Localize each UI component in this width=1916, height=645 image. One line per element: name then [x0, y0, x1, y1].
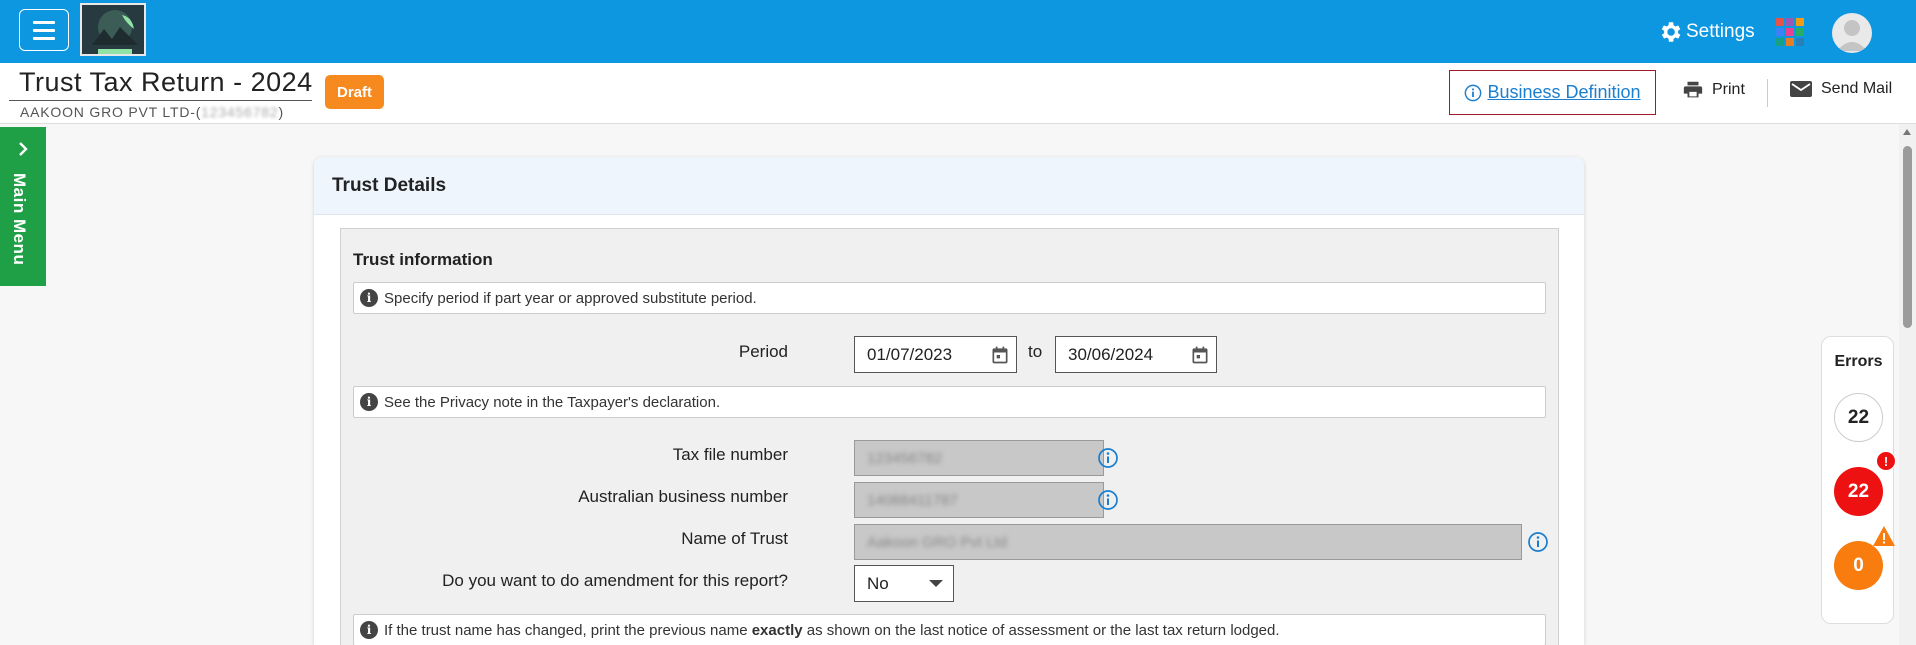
logo-icon [82, 5, 144, 54]
errors-panel: Errors 22 22 ! 0 [1821, 336, 1896, 624]
name-change-note-text: If the trust name has changed, print the… [384, 621, 1280, 639]
info-filled-icon: i [360, 289, 378, 307]
print-label: Print [1712, 81, 1745, 98]
period-label: Period [738, 342, 788, 361]
status-badge: Draft [325, 75, 385, 109]
period-to-label: to [1028, 342, 1043, 361]
trust-name-input[interactable]: Aakoon GRO Pvt Ltd [854, 524, 1522, 560]
company-subtitle: AAKOON GRO PVT LTD-(123456782) [20, 104, 284, 120]
period-to-value: 30/06/2024 [1068, 344, 1154, 364]
period-from-value: 01/07/2023 [867, 344, 953, 364]
section-title: Trust information [353, 250, 493, 269]
errors-title: Errors [1834, 353, 1883, 370]
tax-file-number-value: 123456782 [867, 449, 943, 467]
send-mail-button[interactable]: Send Mail [1789, 79, 1892, 99]
vertical-scrollbar[interactable] [1899, 124, 1916, 645]
total-errors-count[interactable]: 22 [1834, 393, 1883, 442]
tax-file-number-input[interactable]: 123456782 [854, 440, 1104, 476]
amendment-select[interactable]: No [854, 565, 954, 602]
business-definition-link[interactable]: Business Definition [1449, 70, 1656, 115]
user-avatar[interactable] [1832, 13, 1872, 53]
page-header: Trust Tax Return - 2024 AAKOON GRO PVT L… [0, 63, 1916, 124]
user-icon [1837, 20, 1867, 51]
scroll-up-arrow-icon[interactable] [1903, 129, 1911, 135]
main-menu-label: Main Menu [10, 173, 29, 266]
settings-button[interactable]: Settings [1657, 17, 1755, 47]
company-id: 123456782 [201, 104, 279, 120]
info-icon[interactable] [1097, 447, 1119, 469]
top-navigation-bar: Settings [0, 0, 1916, 63]
period-note-text: Specify period if part year or approved … [384, 289, 757, 307]
apps-grid-button[interactable] [1776, 18, 1804, 46]
info-icon[interactable] [1527, 531, 1549, 553]
mail-icon [1790, 81, 1812, 97]
company-name: AAKOON GRO PVT LTD-( [20, 104, 202, 120]
main-menu-tab[interactable]: Main Menu [0, 127, 46, 286]
privacy-note: i See the Privacy note in the Taxpayer's… [353, 386, 1546, 418]
tax-file-number-label: Tax file number [672, 445, 788, 464]
hamburger-menu-button[interactable] [19, 9, 69, 51]
dropdown-caret-icon [929, 580, 943, 587]
period-to-input[interactable]: 30/06/2024 [1055, 336, 1217, 373]
scrollbar-thumb[interactable] [1903, 146, 1912, 328]
warnings-count[interactable]: 0 [1834, 541, 1883, 590]
company-suffix: ) [278, 104, 284, 120]
period-from-input[interactable]: 01/07/2023 [854, 336, 1017, 373]
send-mail-label: Send Mail [1821, 80, 1893, 97]
abn-input[interactable]: 14088411787 [854, 482, 1104, 518]
settings-label: Settings [1686, 21, 1755, 42]
abn-label: Australian business number [578, 487, 788, 506]
chevron-right-icon [19, 142, 28, 156]
print-button[interactable]: Print [1682, 79, 1745, 101]
calendar-icon[interactable] [1190, 345, 1210, 365]
abn-value: 14088411787 [867, 491, 958, 509]
gear-icon [1661, 22, 1681, 42]
card-title: Trust Details [314, 157, 1584, 215]
amendment-selected-value: No [867, 573, 889, 593]
info-filled-icon: i [360, 621, 378, 639]
name-change-note: i If the trust name has changed, print t… [353, 614, 1546, 645]
hamburger-menu-icon [33, 20, 55, 24]
trust-details-card: Trust Details Trust information i Specif… [314, 157, 1584, 645]
info-icon[interactable] [1097, 489, 1119, 511]
business-definition-label: Business Definition [1487, 82, 1641, 102]
apps-grid-icon [1776, 18, 1784, 26]
info-icon [1465, 84, 1482, 101]
title-underline [9, 100, 312, 101]
trust-name-value: Aakoon GRO Pvt Ltd [867, 533, 1008, 551]
warning-triangle-icon [1873, 526, 1895, 546]
amendment-label: Do you want to do amendment for this rep… [442, 571, 788, 590]
printer-icon [1683, 81, 1703, 98]
privacy-note-text: See the Privacy note in the Taxpayer's d… [384, 393, 721, 411]
trust-information-panel: Trust information i Specify period if pa… [340, 228, 1559, 645]
errors-count[interactable]: 22 [1834, 467, 1883, 516]
app-logo[interactable] [80, 3, 146, 56]
period-note: i Specify period if part year or approve… [353, 282, 1546, 314]
info-filled-icon: i [360, 393, 378, 411]
calendar-icon[interactable] [990, 345, 1010, 365]
header-divider [1767, 79, 1768, 107]
page-title: Trust Tax Return - 2024 [19, 67, 313, 97]
trust-name-label: Name of Trust [681, 529, 788, 548]
error-exclamation-icon: ! [1876, 451, 1896, 471]
